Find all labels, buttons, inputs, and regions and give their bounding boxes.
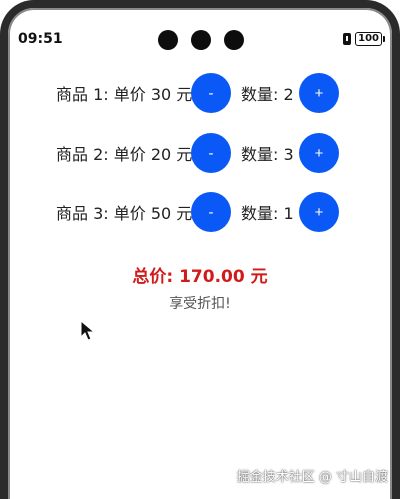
discount-message: 享受折扣! xyxy=(169,296,231,312)
item-quantity: 数量: 3 xyxy=(241,145,294,164)
total-price: 总价: 170.00 元 xyxy=(132,267,268,287)
increase-button[interactable]: + xyxy=(299,192,339,232)
mouse-cursor-icon xyxy=(80,320,96,341)
item-row-3: 商品 3: 单价 50 元 - 数量: 1 + xyxy=(0,192,400,232)
status-icons: 100 xyxy=(343,32,385,46)
battery-level: 100 xyxy=(358,33,379,44)
status-time: 09:51 xyxy=(18,31,63,47)
decrease-button[interactable]: - xyxy=(191,73,231,113)
item-price-label: 商品 2: 单价 20 元 xyxy=(56,145,193,164)
decrease-button[interactable]: - xyxy=(191,133,231,173)
watermark: 掘金技术社区 @ 寸山自渡 xyxy=(236,470,388,485)
front-cameras xyxy=(158,28,244,52)
increase-button[interactable]: + xyxy=(299,133,339,173)
battery-icon: 100 xyxy=(355,32,385,46)
decrease-button[interactable]: - xyxy=(191,192,231,232)
status-bar: 09:51 100 xyxy=(18,28,385,52)
item-quantity: 数量: 1 xyxy=(241,204,294,223)
camera-icon xyxy=(191,30,211,50)
item-price-label: 商品 1: 单价 30 元 xyxy=(56,85,193,104)
item-quantity: 数量: 2 xyxy=(241,85,294,104)
camera-icon xyxy=(158,30,178,50)
increase-button[interactable]: + xyxy=(299,73,339,113)
app-screen: 09:51 100 商品 1: 单价 30 元 - 数量: 2 + 商品 2: … xyxy=(0,0,400,499)
item-row-1: 商品 1: 单价 30 元 - 数量: 2 + xyxy=(0,73,400,113)
item-row-2: 商品 2: 单价 20 元 - 数量: 3 + xyxy=(0,133,400,173)
camera-icon xyxy=(224,30,244,50)
sim-alert-icon xyxy=(343,33,352,45)
item-price-label: 商品 3: 单价 50 元 xyxy=(56,204,193,223)
